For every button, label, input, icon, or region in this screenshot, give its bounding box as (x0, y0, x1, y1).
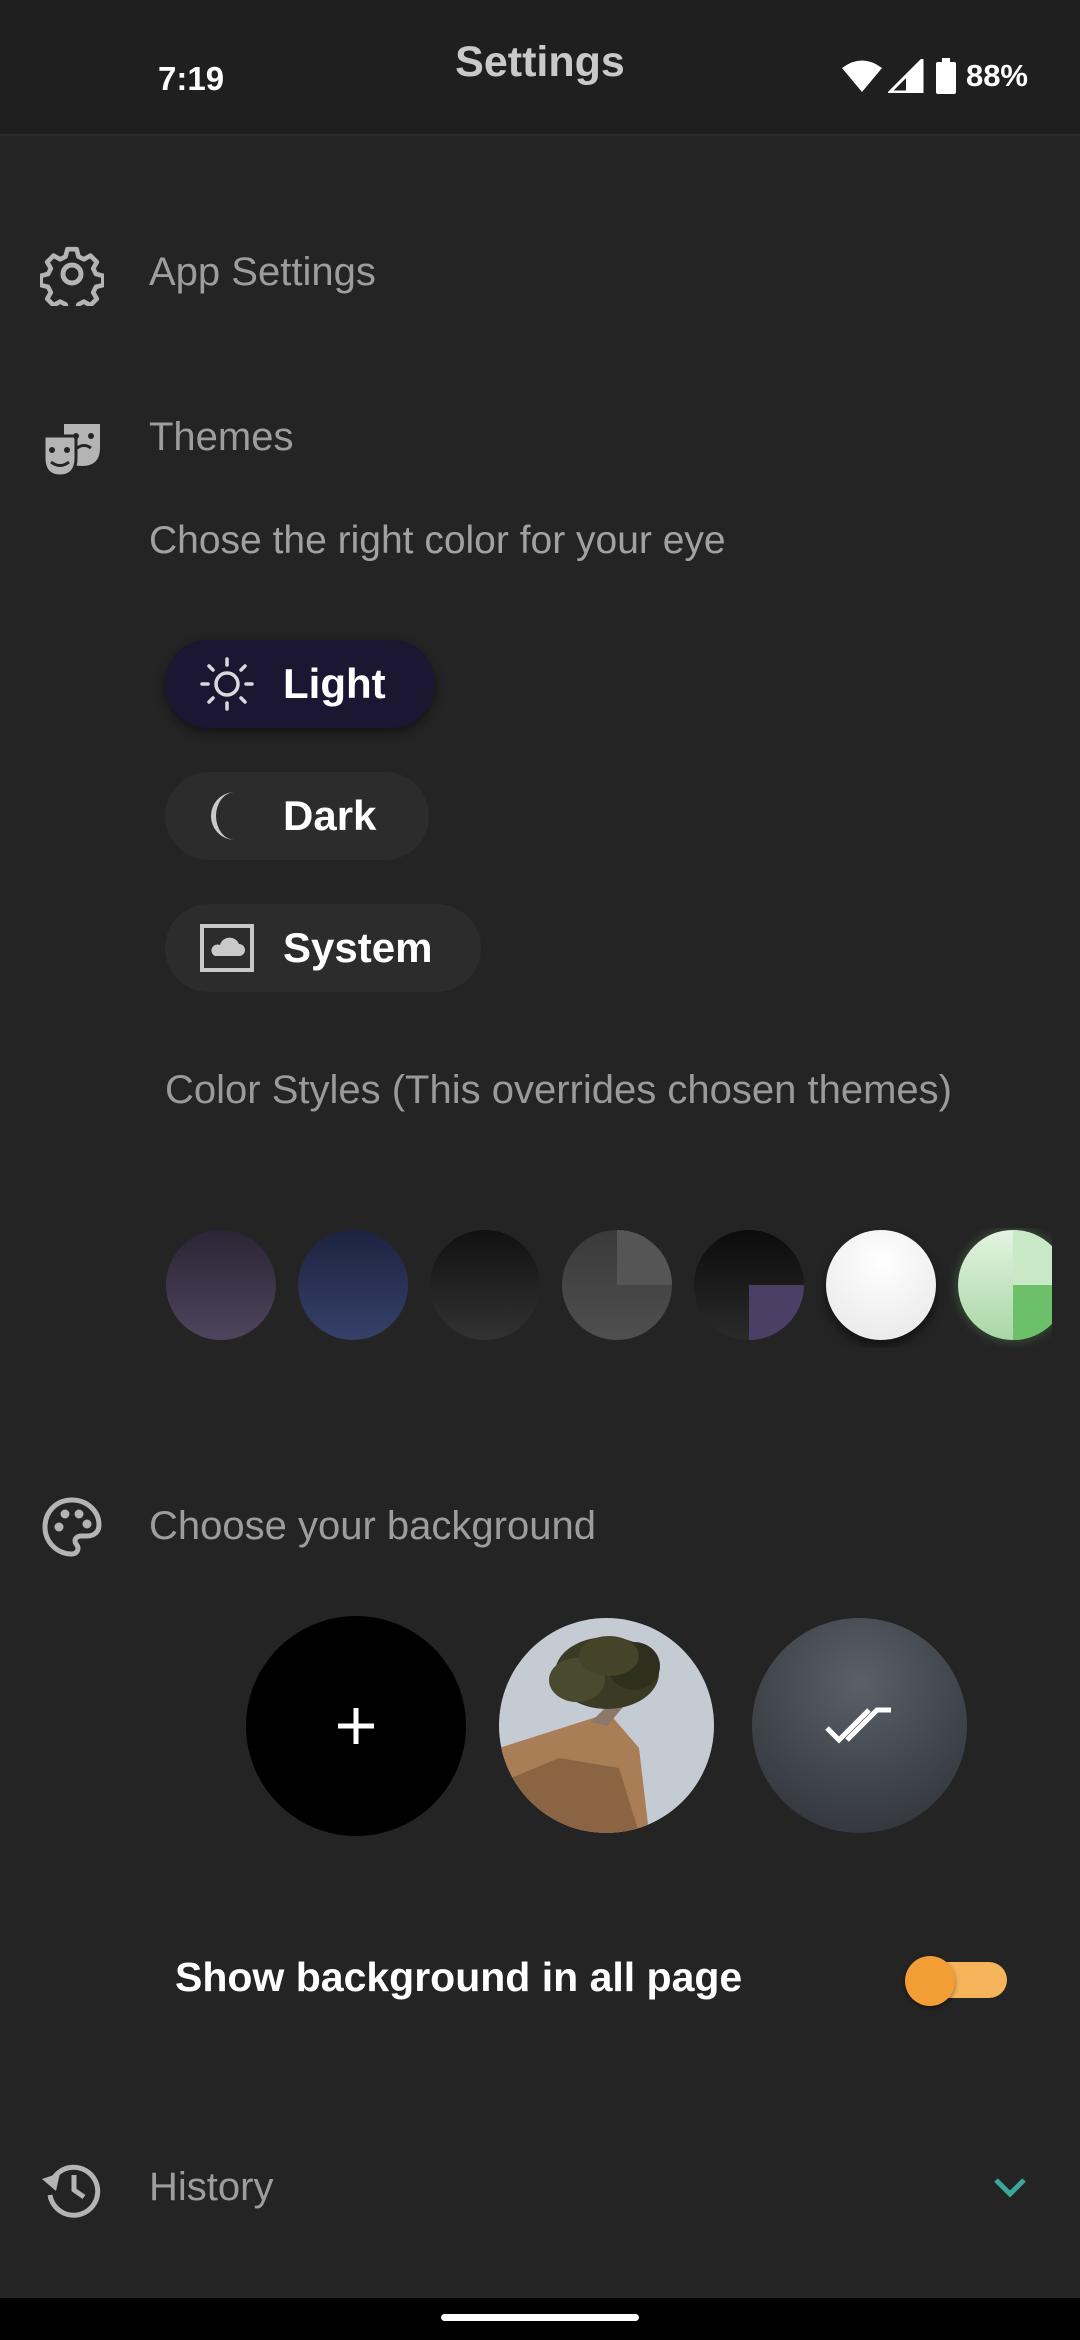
sun-icon (200, 657, 254, 711)
add-background-button[interactable] (246, 1616, 466, 1836)
chevron-down-icon[interactable] (990, 2172, 1030, 2202)
gear-icon (40, 246, 104, 306)
theme-system-option[interactable]: System (165, 904, 481, 992)
theme-system-label: System (283, 924, 433, 971)
show-background-toggle[interactable] (905, 1956, 1007, 2006)
signal-icon (887, 59, 924, 93)
double-check-icon (824, 1707, 891, 1744)
color-swatch[interactable] (430, 1230, 540, 1340)
system-navigation-bar (0, 2298, 1080, 2340)
color-swatch-selected[interactable] (826, 1230, 936, 1340)
color-styles-title: Color Styles (This overrides chosen them… (165, 1068, 952, 1112)
theme-light-option[interactable]: Light (165, 640, 435, 728)
top-app-bar: 7:19 Settings 88% (0, 0, 1080, 136)
palette-icon (42, 1497, 102, 1557)
moon-icon (211, 792, 235, 840)
color-swatch[interactable] (958, 1230, 1052, 1340)
app-settings-title: App Settings (149, 250, 376, 294)
battery-icon (935, 58, 956, 94)
color-swatch[interactable] (298, 1230, 408, 1340)
wifi-icon (841, 60, 882, 92)
themes-title: Themes (149, 415, 294, 459)
theme-dark-option[interactable]: Dark (165, 772, 429, 860)
status-icons: 88% (841, 58, 1028, 94)
show-background-label: Show background in all page (175, 1954, 743, 2000)
color-styles-list[interactable] (166, 1228, 1052, 1348)
themes-subtitle: Chose the right color for your eye (149, 519, 726, 562)
battery-percentage: 88% (965, 58, 1028, 93)
home-gesture-handle[interactable] (441, 2314, 639, 2321)
color-swatch[interactable] (166, 1230, 276, 1340)
plus-icon (338, 1708, 374, 1744)
color-swatch[interactable] (694, 1230, 804, 1340)
tree-photo-background[interactable] (499, 1618, 714, 1833)
color-swatch[interactable] (562, 1230, 672, 1340)
theater-masks-icon (42, 424, 100, 478)
theme-light-label: Light (283, 660, 386, 707)
settings-screen: 7:19 Settings 88% App Settings Themes Ch… (0, 0, 1080, 2340)
toggle-thumb (905, 1956, 955, 2006)
history-title: History (149, 2165, 274, 2209)
background-title: Choose your background (149, 1504, 596, 1548)
theme-dark-label: Dark (283, 792, 377, 839)
history-icon (42, 2164, 101, 2218)
tree-photo-image (499, 1618, 714, 1833)
night-sky-background[interactable] (752, 1618, 967, 1833)
monitor-cloud-icon (200, 924, 254, 972)
